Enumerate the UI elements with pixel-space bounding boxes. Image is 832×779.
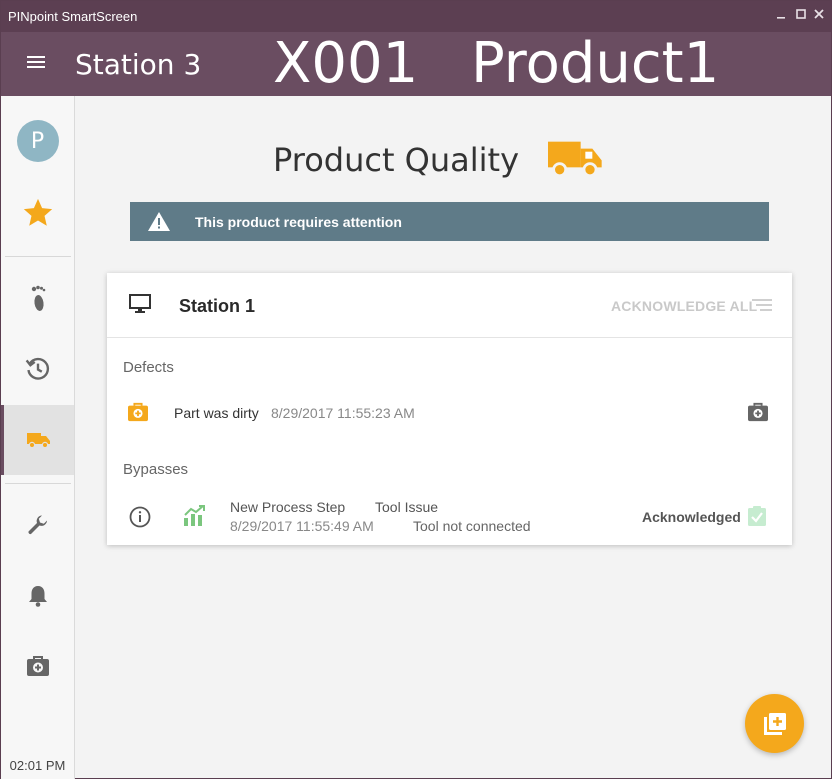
bypass-status: Acknowledged [642,509,741,525]
app-header: Station 3 X001 Product1 [1,32,831,96]
menu-icon[interactable] [25,53,49,75]
history-icon [25,357,49,380]
sidebar-item-tools[interactable] [1,491,74,561]
sidebar-item-history[interactable] [1,334,74,404]
sidebar-item-product-quality[interactable] [1,405,74,475]
bell-icon [28,586,47,607]
card-header: Station 1 ACKNOWLEDGE ALL [107,273,792,338]
sidebar-divider [5,483,71,484]
medical-kit-icon [128,402,148,422]
close-button[interactable] [811,7,827,25]
minimize-button[interactable] [773,7,789,25]
bypass-detail: Tool not connected [413,518,531,534]
sidebar-item-favorites[interactable] [1,178,74,248]
star-icon [23,198,52,226]
footprint-icon [31,285,45,311]
page-title: Product Quality [273,141,520,179]
app-window: PINpoint SmartScreen Station 3 X001 Prod… [0,0,832,779]
avatar: P [16,120,59,162]
sidebar-item-steps[interactable] [1,264,74,334]
card-title: Station 1 [179,296,256,316]
medical-kit-icon [26,656,49,676]
monitor-icon [129,294,151,313]
bypasses-label: Bypasses [123,461,189,478]
defect-timestamp: 8/29/2017 11:55:23 AM [271,405,415,421]
sidebar-item-notifications[interactable] [1,561,74,631]
sidebar-item-defects[interactable] [1,631,74,701]
bypass-issue: Tool Issue [375,499,439,515]
sidebar-divider [5,256,71,257]
bypass-step: New Process Step [230,499,346,515]
product-name: Product1 [471,31,720,96]
station-card: Station 1 ACKNOWLEDGE ALL Defects Part w… [107,273,792,545]
add-defect-icon[interactable] [747,402,769,422]
warning-icon [148,212,170,231]
add-to-queue-icon [763,712,786,735]
acknowledge-all-button[interactable]: ACKNOWLEDGE ALL [611,298,757,314]
info-icon[interactable] [129,506,151,528]
add-item-button[interactable] [745,694,804,753]
product-code: X001 [273,31,419,96]
acknowledged-check-icon [748,506,766,526]
bypass-timestamp: 8/29/2017 11:55:49 AM [230,518,374,534]
defects-label: Defects [123,359,174,376]
sidebar: P 02:01 PM [1,96,75,779]
station-title: Station 3 [75,48,202,81]
attention-banner: This product requires attention [130,202,769,241]
window-title: PINpoint SmartScreen [8,9,138,24]
defect-description: Part was dirty [174,405,259,421]
bypass-chart-icon [184,505,205,526]
sidebar-item-profile[interactable]: P [1,106,74,176]
clock: 02:01 PM [9,758,66,773]
truck-icon [27,433,50,449]
truck-icon [548,141,602,178]
alert-message: This product requires attention [195,214,402,230]
sort-icon[interactable] [752,298,772,312]
maximize-button[interactable] [793,7,809,25]
wrench-icon [27,515,47,535]
title-bar: PINpoint SmartScreen [1,1,831,32]
